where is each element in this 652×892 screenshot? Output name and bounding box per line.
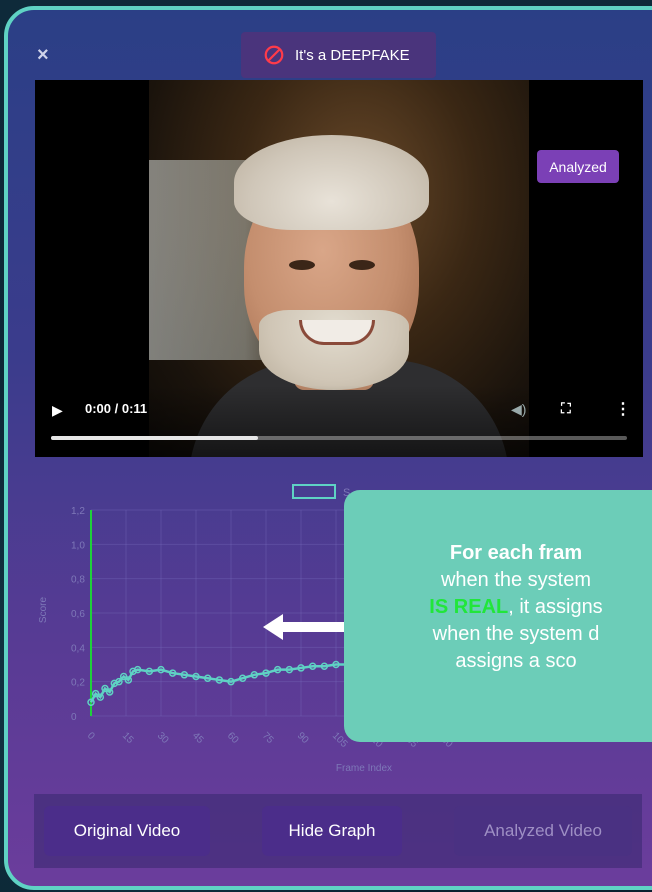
action-button-bar: Original Video Hide Graph Analyzed Video	[34, 794, 642, 868]
y-axis-label: Score	[38, 597, 49, 624]
callout-real-highlight: IS REAL	[429, 596, 509, 618]
y-tick-label: 0,4	[71, 643, 85, 654]
original-video-button[interactable]: Original Video	[44, 806, 210, 856]
y-tick-label: 0,2	[71, 678, 85, 689]
x-tick-label: 0	[85, 730, 97, 742]
x-tick-label: 45	[190, 730, 206, 746]
person-hair	[234, 135, 429, 230]
video-controls: ▶ 0:00 / 0:11 ◀) ⛶ ⋮	[35, 385, 643, 457]
more-icon[interactable]: ⋮	[615, 399, 631, 419]
volume-icon[interactable]: ◀)	[511, 401, 526, 418]
x-tick-label: 30	[155, 730, 171, 746]
play-icon[interactable]: ▶	[52, 402, 63, 419]
video-time: 0:00 / 0:11	[85, 401, 148, 416]
hide-graph-button[interactable]: Hide Graph	[262, 806, 402, 856]
x-tick-label: 75	[260, 730, 276, 746]
x-tick-label: 90	[295, 730, 311, 746]
explanation-callout: For each fram when the system IS REAL, i…	[344, 490, 652, 742]
person-eye	[289, 260, 315, 270]
analyzed-badge: Analyzed	[537, 150, 619, 183]
y-tick-label: 1,2	[71, 506, 85, 517]
y-ticks: 0 0,2 0,4 0,6 0,8 1,0 1,2	[71, 506, 85, 723]
person-eye	[349, 260, 375, 270]
callout-line-3: IS REAL, it assigns	[358, 594, 652, 621]
callout-line-1: For each fram	[449, 542, 583, 564]
ban-icon	[264, 45, 284, 65]
x-tick-label: 60	[225, 730, 241, 746]
video-progress-fill	[51, 436, 259, 440]
deepfake-status-banner: It's a DEEPFAKE	[241, 32, 436, 78]
x-axis-label: Frame Index	[336, 763, 392, 774]
y-tick-label: 0,6	[71, 609, 85, 620]
x-tick-label: 15	[120, 730, 136, 746]
fullscreen-icon[interactable]: ⛶	[561, 400, 571, 417]
analyzed-video-button[interactable]: Analyzed Video	[454, 806, 632, 856]
close-icon[interactable]: ×	[37, 45, 51, 65]
y-tick-label: 1,0	[71, 540, 85, 551]
callout-line-4: when the system d	[432, 623, 600, 645]
callout-line-3-rest: , it assigns	[508, 596, 603, 618]
y-tick-label: 0,8	[71, 575, 85, 586]
video-progress-bar[interactable]	[51, 436, 627, 440]
callout-line-2: when the system	[440, 569, 592, 591]
callout-line-5: assigns a sco	[455, 650, 577, 672]
video-player[interactable]: ▶ 0:00 / 0:11 ◀) ⛶ ⋮	[35, 80, 643, 457]
status-label: It's a DEEPFAKE	[295, 46, 410, 64]
y-tick-label: 0	[71, 712, 77, 723]
legend-swatch	[292, 484, 336, 499]
arrow-left-icon	[263, 614, 353, 640]
